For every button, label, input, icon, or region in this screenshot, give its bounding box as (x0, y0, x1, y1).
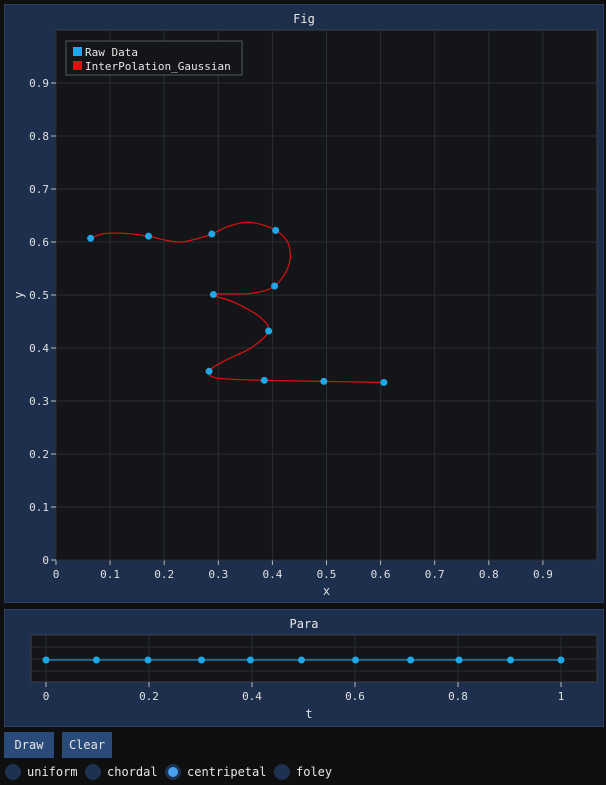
x-tick-label: 0.2 (154, 568, 174, 581)
para-panel: Para 0 0.2 0.4 0.6 0.8 1 t (4, 609, 604, 727)
y-tick-label: 0.2 (29, 448, 49, 461)
x-tick-label: 0 (53, 568, 60, 581)
x-tick-label: 0.6 (371, 568, 391, 581)
x-tick-label: 0.3 (208, 568, 228, 581)
para-point (407, 656, 415, 664)
radio-chordal-dot[interactable] (85, 764, 101, 780)
para-tick-label: 1 (558, 690, 565, 703)
raw-data-point (260, 376, 268, 384)
raw-data-point (271, 282, 279, 290)
y-tick-label: 0.3 (29, 395, 49, 408)
radio-chordal-label: chordal (107, 765, 158, 779)
radio-centripetal-label: centripetal (187, 765, 267, 779)
para-point (144, 656, 152, 664)
fig-panel: Fig 0 0.1 0.2 0.3 0.4 0.5 0.6 0.7 0.8 0.9 0 0.1 0.2 0… (4, 4, 604, 603)
radio-uniform-dot[interactable] (5, 764, 21, 780)
y-tick-label: 0.1 (29, 501, 49, 514)
radio-foley[interactable]: foley (274, 763, 332, 781)
para-point (42, 656, 50, 664)
para-point (198, 656, 206, 664)
raw-data-point (87, 234, 95, 242)
x-tick-label: 0.9 (533, 568, 553, 581)
para-tick-label: 0.4 (242, 690, 262, 703)
para-x-axis-label: t (305, 707, 312, 721)
radio-uniform-label: uniform (27, 765, 78, 779)
para-tick-label: 0.8 (448, 690, 468, 703)
x-tick-label: 0.8 (479, 568, 499, 581)
raw-data-point (205, 367, 213, 375)
x-tick-label: 0.1 (100, 568, 120, 581)
raw-data-point (209, 290, 217, 298)
para-tick-label: 0.2 (139, 690, 159, 703)
radio-foley-dot[interactable] (274, 764, 290, 780)
x-tick-label: 0.5 (317, 568, 337, 581)
legend-swatch-raw (73, 47, 82, 56)
y-axis-label: y (12, 291, 26, 298)
para-point (352, 656, 360, 664)
raw-data-point (145, 232, 153, 240)
y-tick-label: 0.8 (29, 130, 49, 143)
x-tick-label: 0.4 (262, 568, 282, 581)
radio-centripetal[interactable]: centripetal (165, 763, 266, 781)
radio-centripetal-dot[interactable] (165, 764, 181, 780)
legend-label-raw: Raw Data (85, 46, 138, 59)
radio-foley-label: foley (296, 765, 333, 779)
para-point (455, 656, 463, 664)
y-tick-label: 0.6 (29, 236, 49, 249)
raw-data-point (265, 327, 273, 335)
para-point (297, 656, 305, 664)
y-tick-label: 0.7 (29, 183, 49, 196)
y-tick-label: 0.5 (29, 289, 49, 302)
y-tick-label: 0 (42, 554, 49, 567)
raw-data-point (320, 377, 328, 385)
para-tick-label: 0.6 (345, 690, 365, 703)
radio-chordal[interactable]: chordal (85, 763, 158, 781)
legend-label-interp: InterPolation_Gaussian (85, 60, 231, 73)
legend: Raw DataInterPolation_Gaussian (65, 40, 243, 76)
y-tick-label: 0.9 (29, 77, 49, 90)
clear-button[interactable]: Clear (62, 732, 112, 758)
raw-data-point (208, 230, 216, 238)
para-point (246, 656, 254, 664)
radio-uniform[interactable]: uniform (5, 763, 78, 781)
para-point (507, 656, 515, 664)
x-tick-label: 0.7 (425, 568, 445, 581)
fig-plot[interactable]: 0 0.1 0.2 0.3 0.4 0.5 0.6 0.7 0.8 0.9 0 0.1 0.2 0.3 0.… (5, 5, 605, 604)
para-point (92, 656, 100, 664)
x-axis-label: x (323, 584, 330, 598)
legend-swatch-interp (73, 61, 82, 70)
y-tick-label: 0.4 (29, 342, 49, 355)
raw-data-point (380, 378, 388, 386)
para-plot[interactable]: 0 0.2 0.4 0.6 0.8 1 t (5, 610, 605, 728)
raw-data-point (272, 226, 280, 234)
para-point (557, 656, 565, 664)
draw-button[interactable]: Draw (4, 732, 54, 758)
para-tick-label: 0 (43, 690, 50, 703)
